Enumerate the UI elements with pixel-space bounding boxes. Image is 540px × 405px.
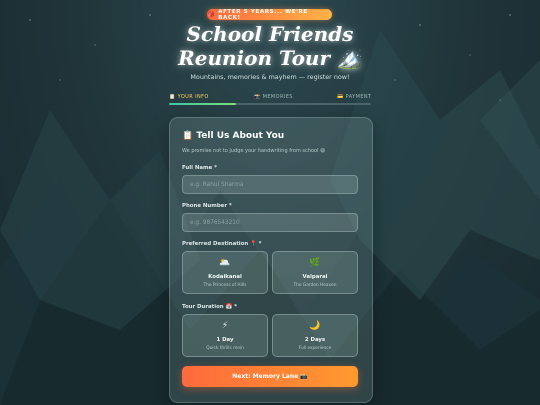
registration-form-card: 📋 Tell Us About You We promise not to ju…: [169, 117, 373, 403]
full-name-label: Full Name *: [182, 165, 217, 171]
page-title: School Friends Reunion Tour 🏔️: [0, 22, 540, 70]
camera-icon: 📸: [254, 94, 261, 100]
reunion-badge: 🎒 AFTER 5 YEARS... WE'RE BACK!: [207, 8, 332, 21]
duration-option-2-days[interactable]: 🌙 2 Days Full experience: [272, 314, 358, 357]
backpack-icon: 🎒: [207, 11, 216, 18]
moon-icon: 🌙: [309, 321, 321, 331]
credit-card-icon: 💳: [337, 94, 344, 100]
duration-label: Tour Duration 📅 *: [182, 304, 237, 310]
option-description: The Garden Heaven: [293, 283, 337, 288]
duration-option-1-day[interactable]: ⚡ 1 Day Quick thrills mein: [182, 314, 268, 357]
phone-input[interactable]: e.g. 9876543210: [182, 213, 358, 232]
phone-label: Phone Number *: [182, 203, 232, 209]
destination-option-valparai[interactable]: 🌿 Valparai The Garden Heaven: [272, 251, 358, 294]
lightning-icon: ⚡: [221, 321, 229, 331]
cloud-icon: 🌥️: [219, 258, 231, 268]
destination-option-kodaikanal[interactable]: 🌥️ Kodaikanal The Princess of Hills: [182, 251, 268, 294]
page-subtitle: Mountains, memories & mayhem — register …: [190, 73, 350, 81]
option-title: Valparai: [302, 274, 328, 280]
option-title: Kodaikanal: [208, 274, 242, 280]
option-title: 2 Days: [304, 337, 326, 343]
step-label: YOUR INFO: [177, 94, 209, 100]
form-subtitle: We promise not to judge your handwriting…: [182, 148, 326, 154]
next-memory-lane-button[interactable]: Next: Memory Lane 📸: [182, 366, 358, 387]
badge-text: AFTER 5 YEARS... WE'RE BACK!: [218, 8, 308, 21]
form-title: 📋 Tell Us About You: [182, 131, 285, 141]
option-description: Full experience: [298, 346, 332, 351]
leaf-icon: 🌿: [309, 258, 321, 268]
option-description: The Princess of Hills: [203, 283, 247, 288]
step-your-info[interactable]: 📋 YOUR INFO: [169, 94, 209, 100]
step-label: MEMORIES: [262, 94, 293, 100]
step-payment[interactable]: 💳 PAYMENT: [337, 94, 372, 100]
step-label: PAYMENT: [345, 94, 372, 100]
title-line-1: School Friends: [186, 22, 354, 46]
option-description: Quick thrills mein: [206, 346, 244, 351]
option-title: 1 Day: [216, 337, 234, 343]
clipboard-icon: 📋: [169, 94, 176, 100]
progress-fill: [169, 102, 236, 105]
title-line-2: Reunion Tour 🏔️: [178, 46, 362, 70]
step-progress: 📋 YOUR INFO 📸 MEMORIES 💳 PAYMENT: [169, 94, 371, 106]
step-memories[interactable]: 📸 MEMORIES: [254, 94, 293, 100]
destination-label: Preferred Destination 📍 *: [182, 241, 262, 247]
full-name-input[interactable]: e.g. Rahul Sharma: [182, 175, 358, 194]
